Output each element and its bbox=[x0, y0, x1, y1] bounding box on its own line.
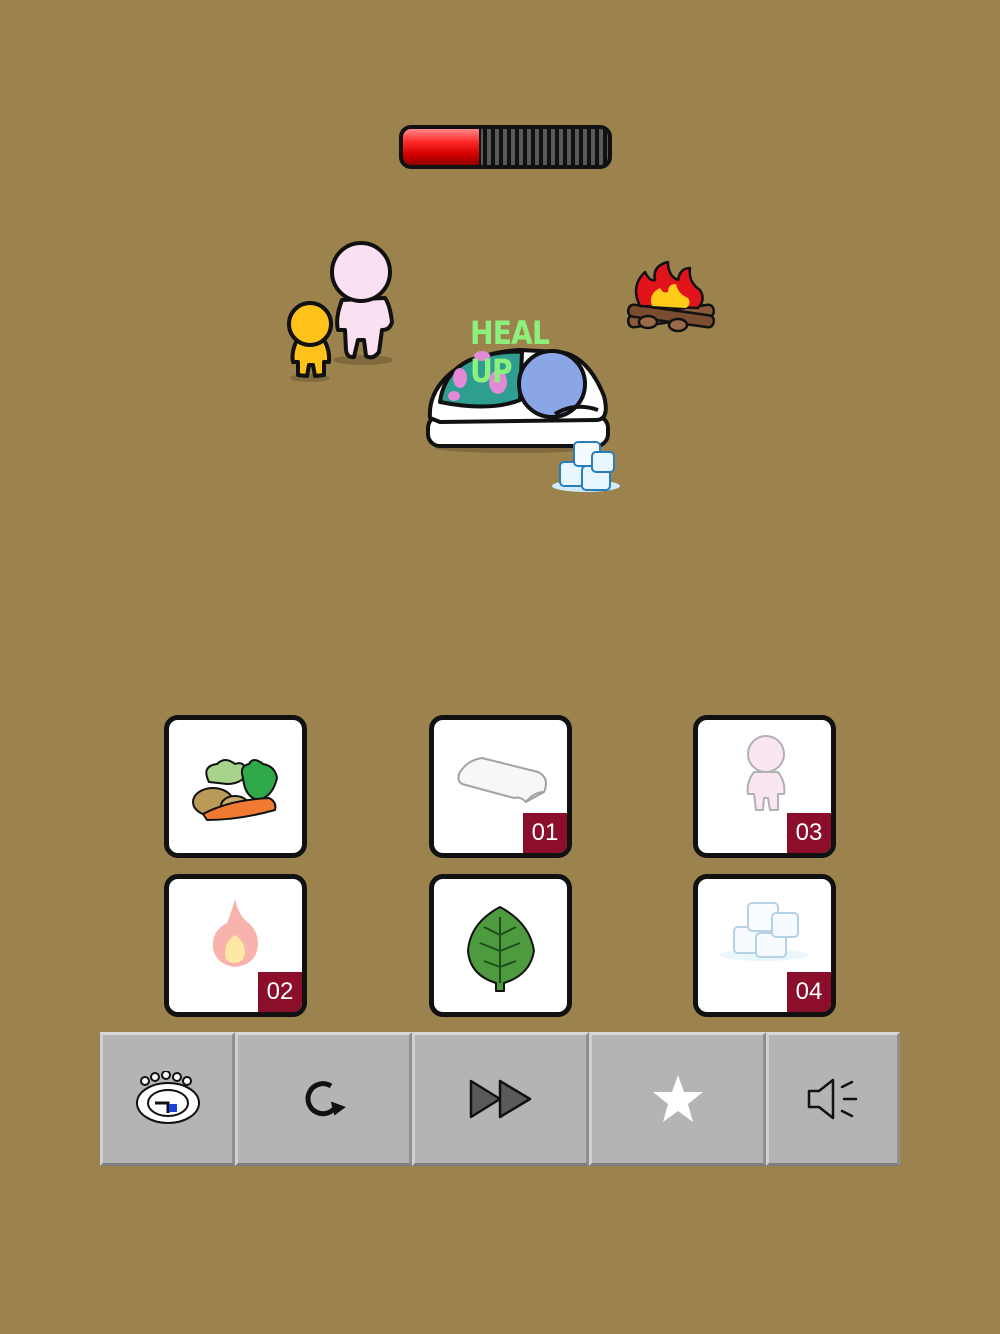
bottom-toolbar bbox=[100, 1032, 900, 1166]
pink-person[interactable] bbox=[330, 241, 394, 365]
heal-up-text: HEAL UP bbox=[470, 314, 550, 390]
item-card-fire[interactable]: 02 bbox=[164, 874, 307, 1017]
item-card-person[interactable]: 03 bbox=[693, 715, 836, 858]
star-icon bbox=[652, 1075, 703, 1122]
item-card-towel[interactable]: 01 bbox=[429, 715, 572, 858]
yellow-person[interactable] bbox=[287, 301, 333, 382]
campfire[interactable] bbox=[626, 260, 716, 333]
logo-icon bbox=[135, 1071, 200, 1124]
fast-forward-button[interactable] bbox=[412, 1032, 589, 1166]
sound-icon bbox=[807, 1078, 858, 1120]
item-count-badge: 01 bbox=[523, 813, 567, 853]
logo-button[interactable] bbox=[100, 1032, 235, 1166]
item-card-vegetables[interactable] bbox=[164, 715, 307, 858]
item-count-badge: 03 bbox=[787, 813, 831, 853]
vegetables-icon bbox=[192, 759, 278, 821]
restart-button[interactable] bbox=[235, 1032, 412, 1166]
favorite-button[interactable] bbox=[589, 1032, 766, 1166]
item-count-badge: 02 bbox=[258, 972, 302, 1012]
leaf-icon bbox=[467, 906, 535, 992]
fast-forward-icon bbox=[469, 1079, 531, 1119]
item-card-ice[interactable]: 04 bbox=[693, 874, 836, 1017]
restart-icon bbox=[304, 1081, 346, 1117]
item-count-badge: 04 bbox=[787, 972, 831, 1012]
item-card-leaf[interactable] bbox=[429, 874, 572, 1017]
sound-button[interactable] bbox=[766, 1032, 900, 1166]
